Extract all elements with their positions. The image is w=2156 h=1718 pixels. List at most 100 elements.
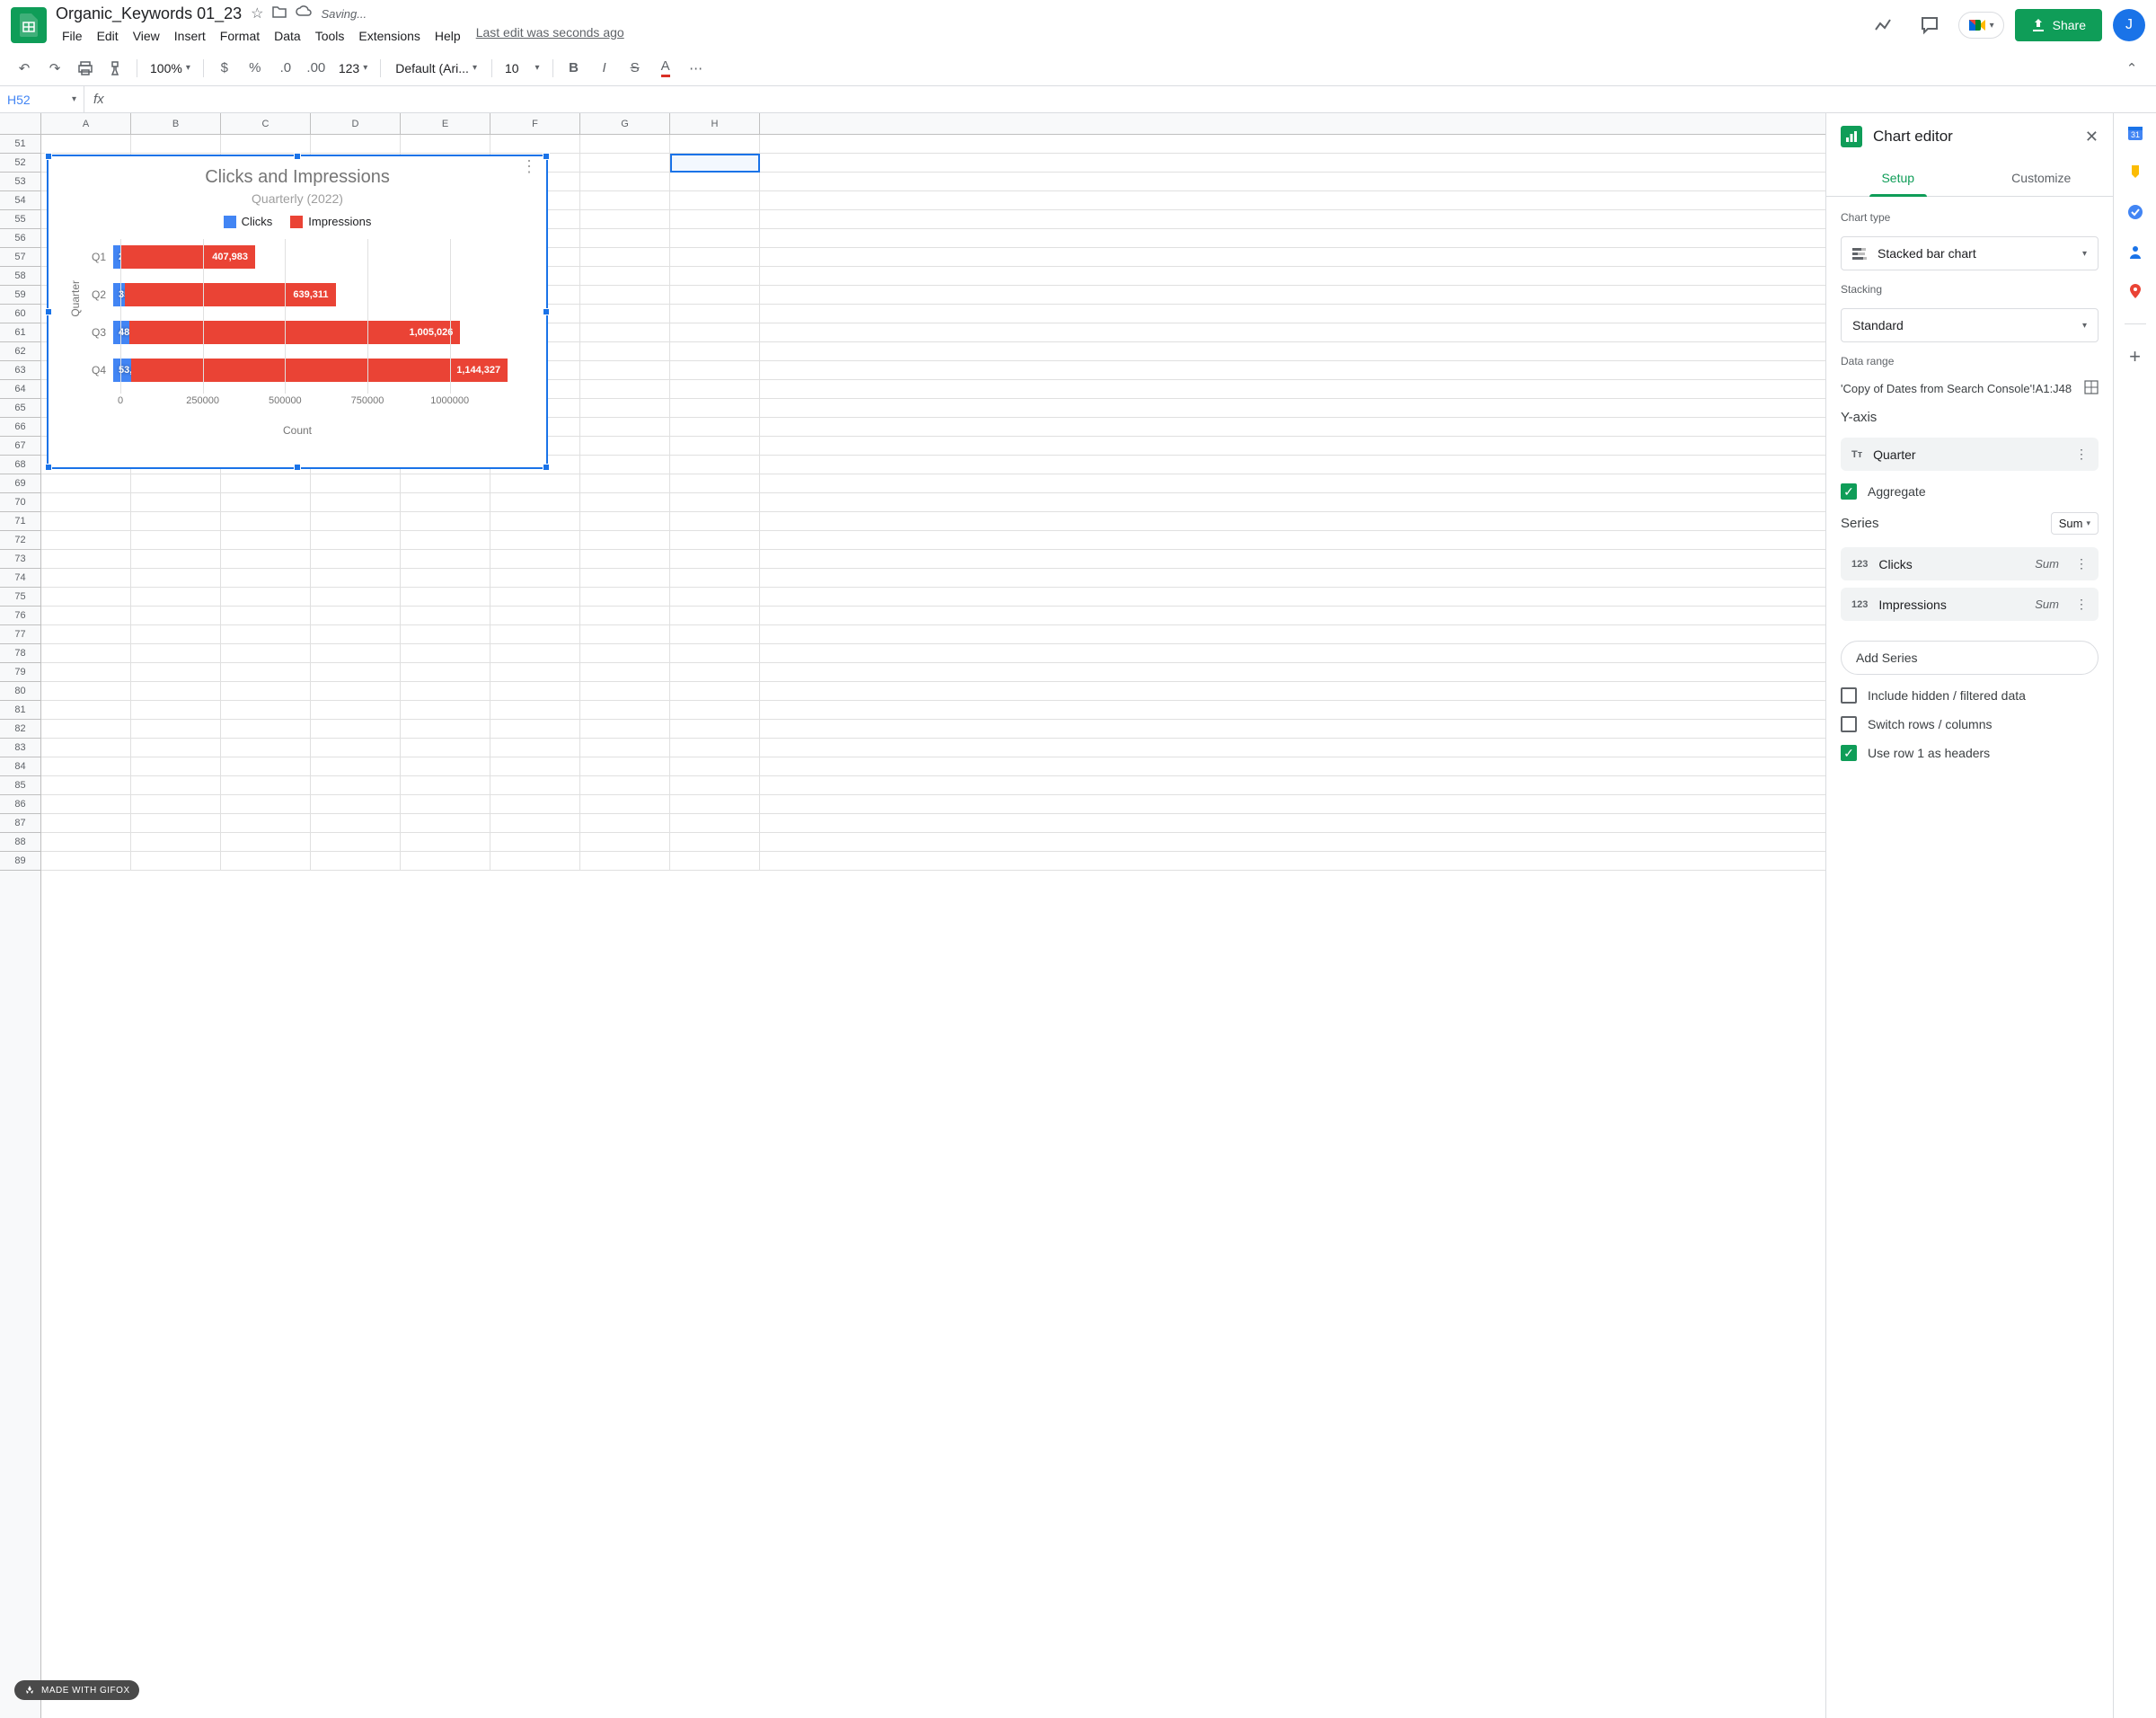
row-header[interactable]: 59 [0, 286, 40, 305]
cell[interactable] [580, 229, 670, 247]
cell[interactable] [221, 493, 311, 511]
cell[interactable] [131, 852, 221, 870]
cell[interactable] [580, 493, 670, 511]
tab-customize[interactable]: Customize [1970, 160, 2114, 196]
cell[interactable] [221, 814, 311, 832]
row-header[interactable]: 61 [0, 323, 40, 342]
cell[interactable] [41, 135, 131, 153]
collapse-toolbar-button[interactable]: ⌃ [2118, 56, 2145, 81]
zoom-select[interactable]: 100%▾ [145, 58, 196, 79]
cell[interactable] [41, 833, 131, 851]
cell[interactable] [41, 720, 131, 738]
account-avatar[interactable]: J [2113, 9, 2145, 41]
cell[interactable] [670, 701, 760, 719]
series-aggregate-select[interactable]: Sum▾ [2051, 512, 2099, 535]
cell[interactable] [670, 739, 760, 757]
cell[interactable] [311, 588, 401, 606]
column-header[interactable]: C [221, 113, 311, 134]
cell[interactable] [490, 720, 580, 738]
cell[interactable] [221, 625, 311, 643]
column-header[interactable]: B [131, 113, 221, 134]
cell[interactable] [41, 493, 131, 511]
cell[interactable] [580, 814, 670, 832]
cell[interactable] [131, 663, 221, 681]
document-title[interactable]: Organic_Keywords 01_23 [56, 4, 242, 23]
series-menu-icon[interactable]: ⋮ [2075, 597, 2088, 612]
cell[interactable] [580, 173, 670, 190]
data-range-grid-icon[interactable] [2084, 380, 2099, 397]
row-header[interactable]: 78 [0, 644, 40, 663]
cell[interactable] [311, 493, 401, 511]
cell[interactable] [580, 663, 670, 681]
cell[interactable] [221, 607, 311, 624]
cell[interactable] [311, 852, 401, 870]
calendar-icon[interactable]: 31 [2125, 122, 2146, 144]
cell[interactable] [490, 512, 580, 530]
cell[interactable] [670, 550, 760, 568]
cell[interactable] [221, 474, 311, 492]
cell[interactable] [41, 474, 131, 492]
font-size-select[interactable]: 10▾ [499, 58, 545, 79]
row-header[interactable]: 56 [0, 229, 40, 248]
cell[interactable] [580, 531, 670, 549]
chart-type-select[interactable]: Stacked bar chart [1841, 236, 2099, 270]
cell[interactable] [221, 833, 311, 851]
cell[interactable] [401, 814, 490, 832]
menu-data[interactable]: Data [268, 25, 307, 47]
cell[interactable] [131, 531, 221, 549]
cell[interactable] [580, 852, 670, 870]
cell[interactable] [580, 135, 670, 153]
cell[interactable] [670, 720, 760, 738]
row-header[interactable]: 62 [0, 342, 40, 361]
cell[interactable] [131, 607, 221, 624]
cell[interactable] [221, 663, 311, 681]
cell[interactable] [401, 776, 490, 794]
cell[interactable] [490, 833, 580, 851]
cell[interactable] [670, 342, 760, 360]
cell[interactable] [311, 739, 401, 757]
cell[interactable] [580, 437, 670, 455]
contacts-icon[interactable] [2125, 241, 2146, 262]
star-icon[interactable]: ☆ [251, 4, 263, 22]
cell[interactable] [670, 361, 760, 379]
row-header[interactable]: 58 [0, 267, 40, 286]
cell[interactable] [41, 852, 131, 870]
cell[interactable] [41, 701, 131, 719]
cell[interactable] [580, 739, 670, 757]
cell[interactable] [490, 852, 580, 870]
cell[interactable] [131, 644, 221, 662]
y-axis-field[interactable]: Tᴛ Quarter ⋮ [1841, 438, 2099, 471]
decimal-increase-button[interactable]: .00 [303, 56, 330, 81]
cell[interactable] [580, 399, 670, 417]
row-header[interactable]: 83 [0, 739, 40, 757]
cell[interactable] [580, 607, 670, 624]
cell[interactable] [131, 135, 221, 153]
formula-input[interactable] [113, 93, 2156, 107]
cell[interactable] [490, 531, 580, 549]
cell[interactable] [41, 512, 131, 530]
menu-view[interactable]: View [127, 25, 166, 47]
cell[interactable] [401, 833, 490, 851]
cell[interactable] [670, 795, 760, 813]
cell[interactable] [670, 418, 760, 436]
cell[interactable] [670, 380, 760, 398]
series-item[interactable]: 123ImpressionsSum⋮ [1841, 588, 2099, 621]
cell[interactable] [670, 852, 760, 870]
cell[interactable] [670, 456, 760, 474]
font-family-select[interactable]: Default (Ari...▾ [388, 58, 484, 79]
menu-tools[interactable]: Tools [309, 25, 351, 47]
row-header[interactable]: 73 [0, 550, 40, 569]
cell[interactable] [311, 663, 401, 681]
cell[interactable] [670, 663, 760, 681]
cell[interactable] [670, 229, 760, 247]
cell[interactable] [41, 776, 131, 794]
cell[interactable] [41, 663, 131, 681]
cell[interactable] [580, 550, 670, 568]
row-header[interactable]: 74 [0, 569, 40, 588]
cell[interactable] [131, 833, 221, 851]
cell[interactable] [41, 550, 131, 568]
text-color-button[interactable]: A [652, 56, 679, 81]
cell[interactable] [490, 795, 580, 813]
cell[interactable] [670, 512, 760, 530]
cell[interactable] [221, 776, 311, 794]
